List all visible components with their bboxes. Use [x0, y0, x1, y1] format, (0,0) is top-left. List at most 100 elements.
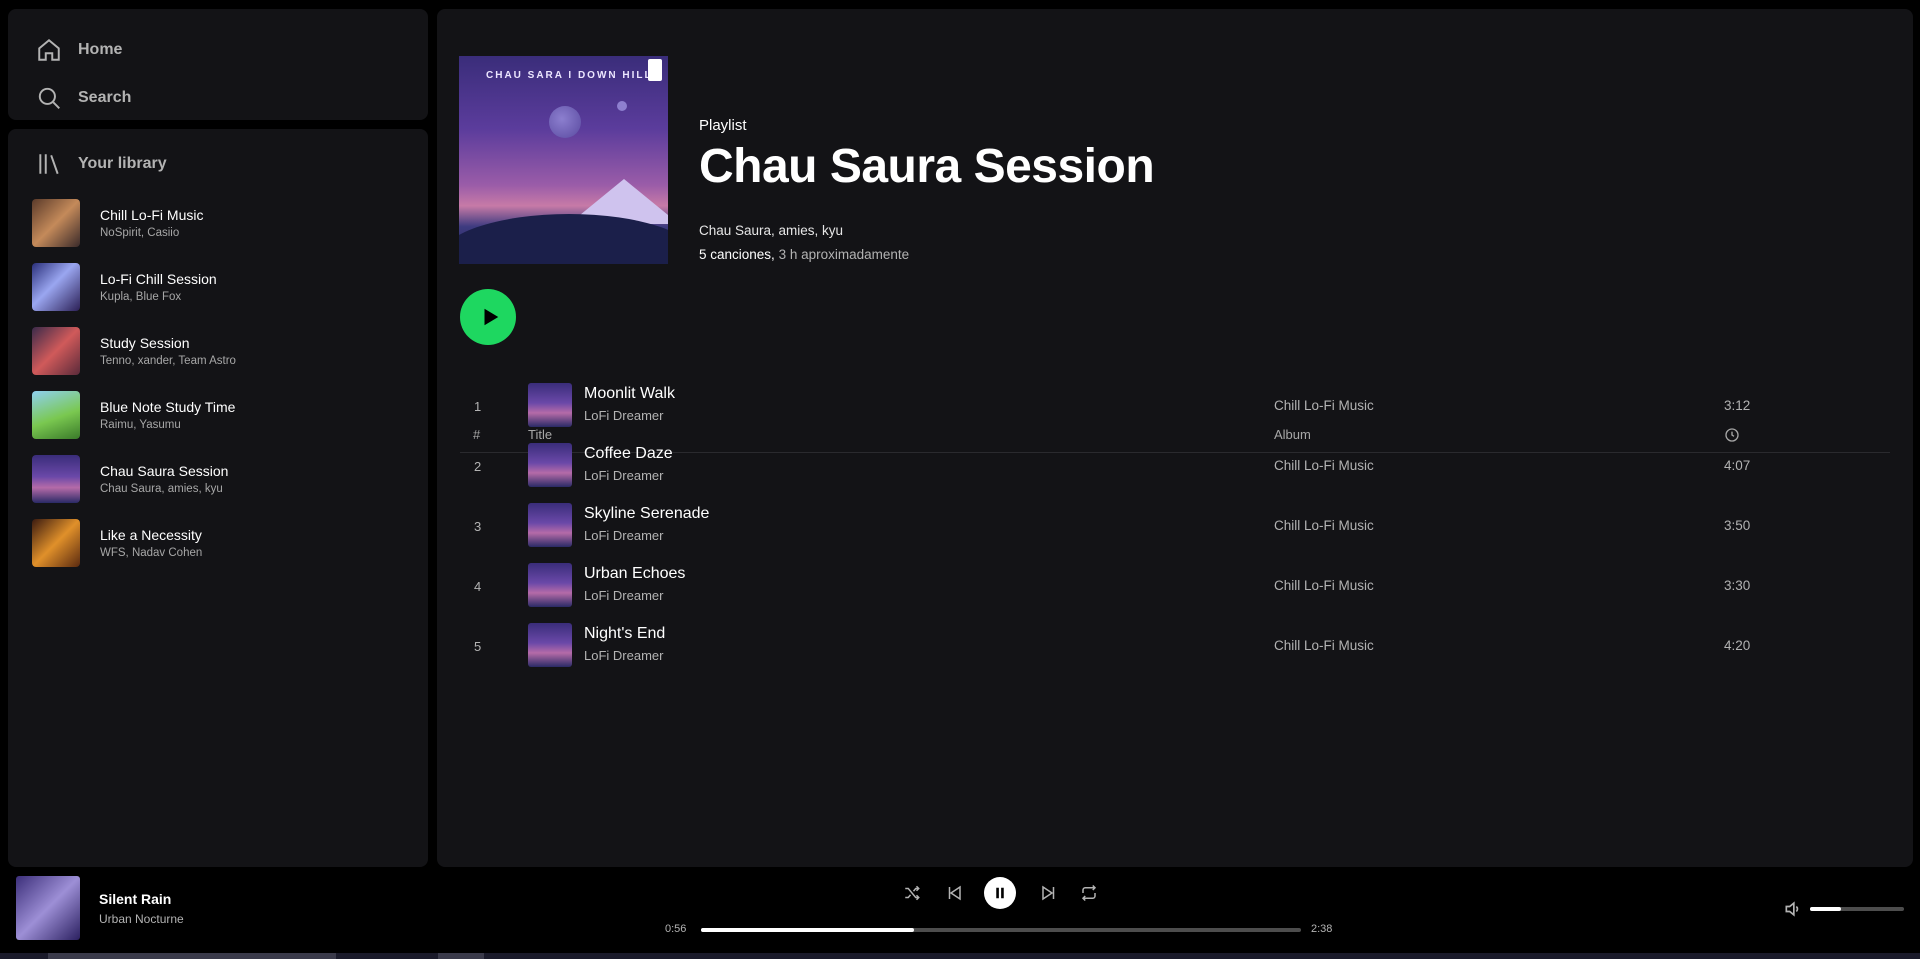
library-item-title: Like a Necessity — [100, 527, 202, 543]
library-list: Chill Lo-Fi Music NoSpirit, Casiio Lo-Fi … — [24, 191, 424, 575]
now-playing-cover[interactable] — [16, 876, 80, 940]
next-icon — [1042, 885, 1055, 901]
library-item-title: Lo-Fi Chill Session — [100, 271, 217, 287]
library-item[interactable]: Chill Lo-Fi Music NoSpirit, Casiio — [24, 191, 424, 255]
taskbar-strip — [0, 953, 1920, 959]
library-panel: Your library Chill Lo-Fi Music NoSpirit, … — [8, 129, 428, 867]
library-header-label: Your library — [78, 155, 167, 172]
track-number: 2 — [474, 459, 482, 474]
main-panel: CHAU SARA I DOWN HILL Playlist Chau Saur… — [437, 9, 1913, 867]
track-row[interactable]: 4 Urban Echoes LoFi Dreamer Chill Lo-Fi … — [460, 559, 1890, 615]
library-item-title: Study Session — [100, 335, 190, 351]
playlist-meta: 5 canciones, 3 h aproximadamente — [699, 247, 909, 262]
track-title: Night's End — [584, 625, 666, 642]
track-row[interactable]: 5 Night's End LoFi Dreamer Chill Lo-Fi M… — [460, 619, 1890, 675]
track-artist[interactable]: LoFi Dreamer — [584, 528, 663, 543]
volume-icon[interactable] — [1783, 899, 1803, 919]
search-icon — [38, 87, 60, 109]
library-item[interactable]: Lo-Fi Chill Session Kupla, Blue Fox — [24, 255, 424, 319]
track-album[interactable]: Chill Lo-Fi Music — [1274, 458, 1374, 473]
track-number: 1 — [474, 399, 482, 414]
cover-text: CHAU SARA I DOWN HILL — [486, 70, 653, 81]
track-number: 5 — [474, 639, 482, 654]
track-cover — [528, 383, 572, 427]
now-playing-title[interactable]: Silent Rain — [99, 891, 171, 907]
playlist-duration: 3 h aproximadamente — [778, 247, 910, 262]
track-album[interactable]: Chill Lo-Fi Music — [1274, 578, 1374, 593]
repeat-button[interactable] — [1079, 883, 1099, 903]
track-cover — [528, 623, 572, 667]
track-number: 4 — [474, 579, 482, 594]
track-artist[interactable]: LoFi Dreamer — [584, 588, 663, 603]
library-item-subtitle: Tenno, xander, Team Astro — [100, 355, 236, 367]
previous-button[interactable] — [944, 883, 964, 903]
library-item-title: Chau Saura Session — [100, 463, 229, 479]
library-item[interactable]: Like a Necessity WFS, Nadav Cohen — [24, 511, 424, 575]
now-playing-artist[interactable]: Urban Nocturne — [99, 912, 184, 926]
previous-icon — [948, 885, 961, 901]
track-row[interactable]: 1 Moonlit Walk LoFi Dreamer Chill Lo-Fi … — [460, 379, 1890, 435]
shuffle-icon — [905, 885, 920, 901]
track-cover — [528, 443, 572, 487]
track-cover — [528, 503, 572, 547]
track-duration: 4:07 — [1724, 458, 1751, 473]
track-title: Urban Echoes — [584, 565, 686, 582]
planet-shape — [617, 101, 627, 111]
track-duration: 3:12 — [1724, 398, 1751, 413]
track-album[interactable]: Chill Lo-Fi Music — [1274, 518, 1374, 533]
library-item[interactable]: Blue Note Study Time Raimu, Yasumu — [24, 383, 424, 447]
track-title: Coffee Daze — [584, 445, 673, 462]
library-item-cover — [32, 519, 80, 567]
track-row[interactable]: 2 Coffee Daze LoFi Dreamer Chill Lo-Fi M… — [460, 439, 1890, 495]
library-item-cover — [32, 263, 80, 311]
time-current: 0:56 — [665, 923, 687, 935]
library-item[interactable]: Study Session Tenno, xander, Team Astro — [24, 319, 424, 383]
library-item-cover — [32, 391, 80, 439]
track-duration: 4:20 — [1724, 638, 1751, 653]
progress-bar[interactable] — [701, 928, 1301, 932]
track-cover — [528, 563, 572, 607]
repeat-icon — [1081, 884, 1097, 902]
track-artist[interactable]: LoFi Dreamer — [584, 468, 663, 483]
player-bar: Silent Rain Urban Nocturne 0:56 2:38 — [0, 867, 1920, 959]
nav-home-label: Home — [78, 41, 123, 58]
track-duration: 3:50 — [1724, 518, 1751, 533]
track-title: Moonlit Walk — [584, 385, 675, 402]
track-album[interactable]: Chill Lo-Fi Music — [1274, 398, 1374, 413]
library-item-subtitle: Kupla, Blue Fox — [100, 291, 182, 303]
library-item-cover — [32, 199, 80, 247]
track-album[interactable]: Chill Lo-Fi Music — [1274, 638, 1374, 653]
volume-fill — [1810, 907, 1842, 911]
playlist-cover: CHAU SARA I DOWN HILL — [459, 56, 668, 264]
library-item-subtitle: WFS, Nadav Cohen — [100, 547, 203, 559]
playlist-artists: Chau Saura, amies, kyu — [699, 223, 844, 238]
next-button[interactable] — [1039, 883, 1059, 903]
pause-button[interactable] — [984, 877, 1016, 909]
cover-badge — [648, 59, 662, 81]
library-item-subtitle: Raimu, Yasumu — [100, 419, 181, 431]
library-item[interactable]: Chau Saura Session Chau Saura, amies, kyu — [24, 447, 424, 511]
track-title: Skyline Serenade — [584, 505, 710, 522]
play-playlist-button[interactable] — [460, 289, 516, 345]
library-icon — [39, 154, 59, 175]
progress-fill — [701, 928, 914, 932]
library-item-subtitle: Chau Saura, amies, kyu — [100, 483, 223, 495]
library-header[interactable]: Your library — [36, 151, 167, 177]
track-row[interactable]: 3 Skyline Serenade LoFi Dreamer Chill Lo… — [460, 499, 1890, 555]
playlist-type-label: Playlist — [699, 117, 747, 134]
track-number: 3 — [474, 519, 482, 534]
shuffle-button[interactable] — [902, 883, 922, 903]
nav-home[interactable]: Home — [36, 37, 122, 63]
track-artist[interactable]: LoFi Dreamer — [584, 648, 663, 663]
pause-icon — [996, 887, 1004, 899]
play-icon — [484, 308, 498, 326]
nav-search-label: Search — [78, 89, 132, 106]
home-icon — [38, 38, 60, 61]
library-item-cover — [32, 327, 80, 375]
nav-panel: Home Search — [8, 9, 428, 120]
track-artist[interactable]: LoFi Dreamer — [584, 408, 663, 423]
volume-slider[interactable] — [1810, 907, 1904, 911]
playlist-title: Chau Saura Session — [699, 140, 1155, 193]
library-item-title: Chill Lo-Fi Music — [100, 207, 204, 223]
nav-search[interactable]: Search — [36, 85, 131, 111]
